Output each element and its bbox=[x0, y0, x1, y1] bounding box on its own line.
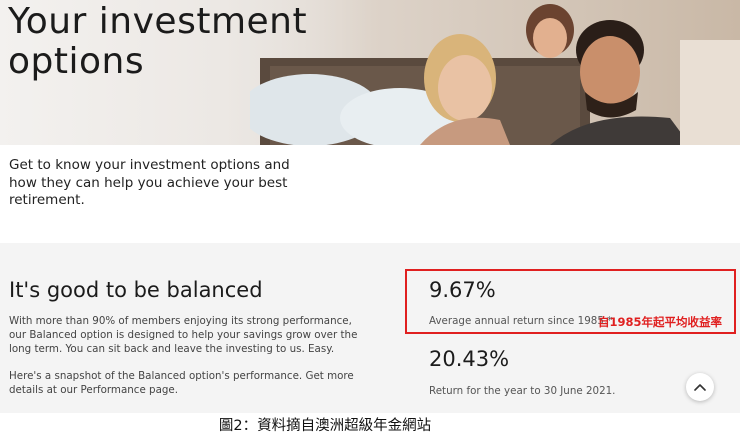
annotation-note: 自1985年起平均收益率 bbox=[598, 315, 723, 329]
balanced-description: With more than 90% of members enjoying i… bbox=[9, 315, 358, 356]
yearly-return-value: 20.43% bbox=[429, 347, 510, 371]
balanced-snapshot-text: Here's a snapshot of the Balanced option… bbox=[9, 370, 354, 397]
scroll-to-top-button[interactable] bbox=[686, 373, 714, 401]
page-title: Your investment options bbox=[8, 1, 308, 82]
chevron-up-icon bbox=[694, 384, 706, 391]
hero-banner: Your investment options bbox=[0, 0, 740, 145]
yearly-return-label: Return for the year to 30 June 2021. bbox=[429, 385, 616, 397]
figure-caption: 圖2：資料摘自澳洲超級年金網站 bbox=[218, 418, 432, 434]
intro-text: Get to know your investment options and … bbox=[9, 157, 290, 208]
balanced-heading: It's good to be balanced bbox=[9, 278, 263, 302]
